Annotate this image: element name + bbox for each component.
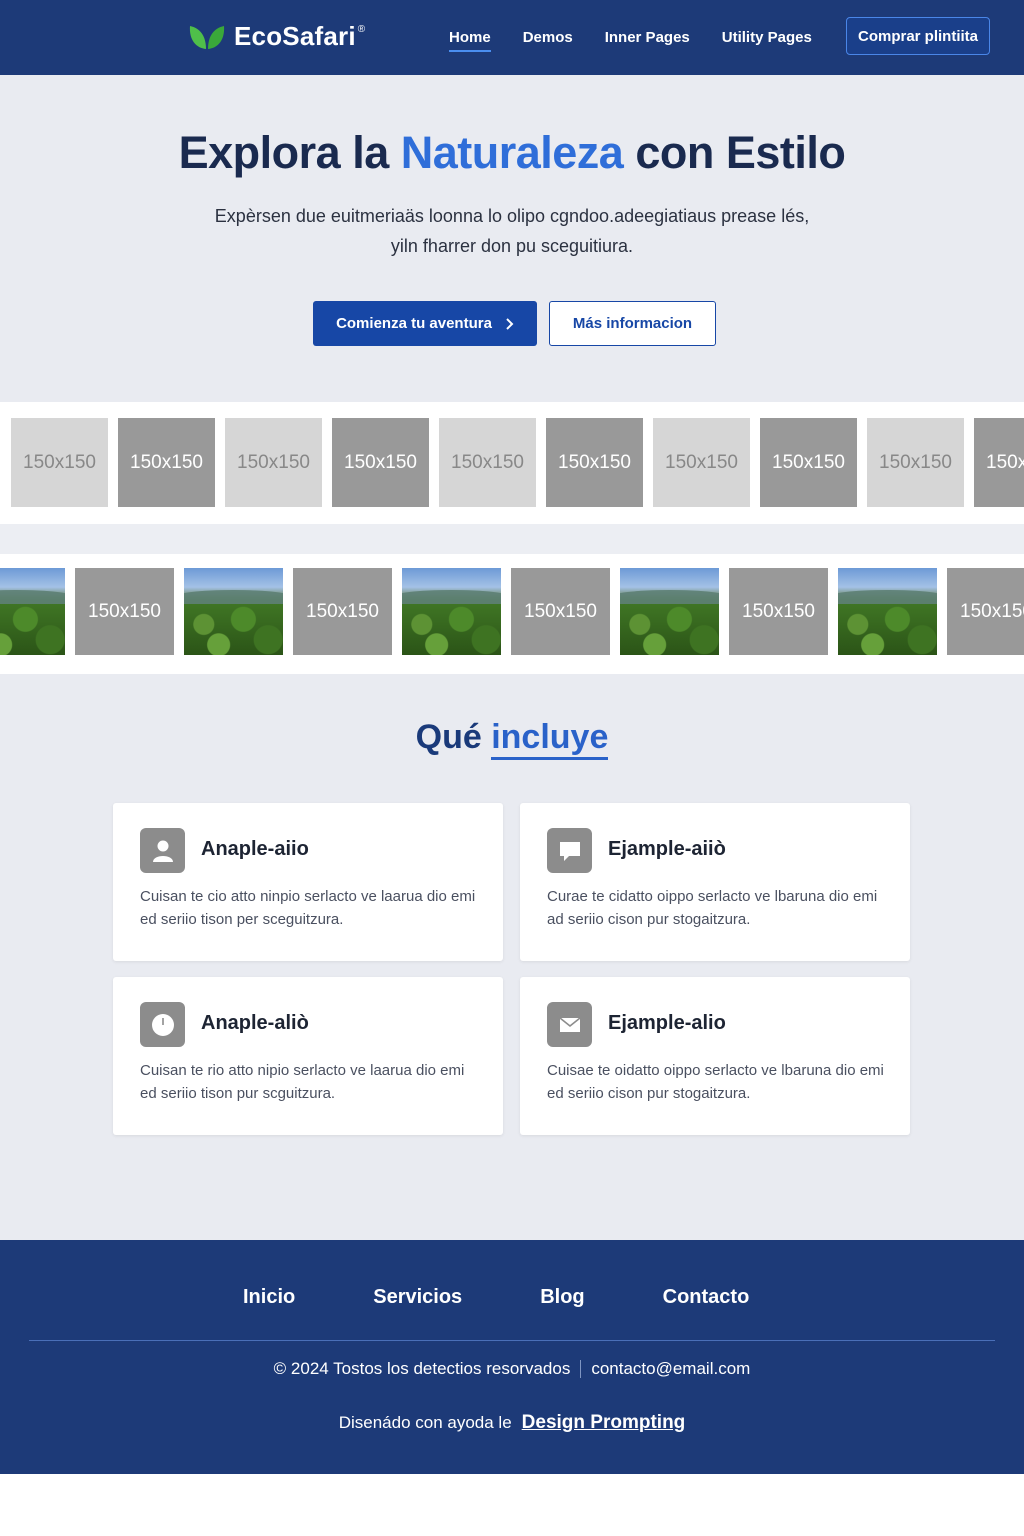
feature-card-text: Cuisan te rio atto nipio serlacto ve laa… [140,1062,465,1102]
chevron-right-icon [506,317,514,330]
placeholder-tile: 150x150 [729,568,828,655]
landscape-photo [838,568,937,655]
copyright-text: © 2024 Tostos los detectios resorvados [273,1359,571,1378]
clock-icon [140,1002,185,1047]
hero-title-accent: Naturaleza [400,127,624,178]
landscape-photo [620,568,719,655]
feature-card-title: Anaple-aliò [201,1012,309,1034]
top-navbar: EcoSafari ® Home Demos Inner Pages Utili… [0,0,1024,75]
hero-title-end: con Estilo [623,127,846,178]
footer-separator [580,1360,582,1378]
footer-link-blog[interactable]: Blog [540,1286,584,1309]
placeholder-tile: 150x150 [332,418,429,507]
footer-link-contacto[interactable]: Contacto [663,1286,750,1309]
start-adventure-button[interactable]: Comienza tu aventura [313,301,537,346]
main-menu: Home Demos Inner Pages Utility Pages [449,0,812,75]
gallery-strip-top: 150x150 150x150 150x150 150x150 150x150 … [0,402,1024,524]
nav-link-home[interactable]: Home [449,29,491,52]
site-footer: Inicio Servicios Blog Contacto © 2024 To… [0,1240,1024,1474]
landscape-photo [402,568,501,655]
page-bottom-space [0,1474,1024,1536]
feature-card: Ejample-aiiò Curae te cidatto oippo serl… [520,803,910,961]
nav-link-utility-pages[interactable]: Utility Pages [722,29,812,46]
features-section: Qué incluye Anaple-aiio Cuisan te cio at… [0,674,1024,1240]
features-title: Qué incluye [0,718,1024,760]
features-title-start: Qué [415,718,492,756]
placeholder-tile: 150x150 [118,418,215,507]
feature-card-title: Ejample-alio [608,1012,726,1034]
leaf-logo-icon [189,26,225,49]
nav-link-demos[interactable]: Demos [523,29,573,46]
hero-section: Explora la Naturaleza con Estilo Expèrse… [0,75,1024,402]
footer-divider [29,1340,995,1341]
landscape-photo [0,568,65,655]
feature-card: Anaple-aliò Cuisan te rio atto nipio ser… [113,977,503,1135]
hero-title: Explora la Naturaleza con Estilo [0,127,1024,179]
placeholder-tile: 150x150 [225,418,322,507]
placeholder-tile: 150x150 [974,418,1024,507]
feature-card-text: Curae te cidatto oippo serlacto ve lbaru… [547,888,878,928]
feature-card-text: Cuisae te oidatto oippo serlacto ve lbar… [547,1062,884,1102]
placeholder-tile: 150x150 [653,418,750,507]
more-info-button[interactable]: Más informacion [549,301,716,346]
brand-logo[interactable]: EcoSafari ® [188,18,365,54]
placeholder-tile: 150x150 [546,418,643,507]
buy-template-button[interactable]: Comprar plintiita [846,17,990,55]
hero-subtitle: Expèrsen due euitmeriaäs loonna lo olipo… [214,206,810,256]
feature-card-title: Ejample-aiiò [608,838,726,860]
feature-card: Anaple-aiio Cuisan te cio atto ninpio se… [113,803,503,961]
chat-icon [547,828,592,873]
feature-card: Ejample-alio Cuisae te oidatto oippo ser… [520,977,910,1135]
features-title-underlined: incluye [491,718,609,760]
landscape-photo [184,568,283,655]
brand-mark: ® [357,23,366,35]
footer-menu: Inicio Servicios Blog Contacto [243,1286,749,1309]
placeholder-tile: 150x150 [293,568,392,655]
nav-link-inner-pages[interactable]: Inner Pages [605,29,690,46]
placeholder-tile: 150x150 [867,418,964,507]
placeholder-tile: 150x150 [760,418,857,507]
footer-link-servicios[interactable]: Servicios [373,1286,462,1309]
hero-title-start: Explora la [178,127,401,178]
mail-icon [547,1002,592,1047]
footer-copyright-row: © 2024 Tostos los detectios resorvados c… [0,1359,1024,1379]
placeholder-tile: 150x150 [511,568,610,655]
credit-prefix: Disenádo con ayoda le [338,1413,512,1432]
user-icon [140,828,185,873]
design-prompting-link[interactable]: Design Prompting [522,1412,686,1434]
footer-link-inicio[interactable]: Inicio [243,1286,295,1309]
footer-credit-row: Disenádo con ayoda le Design Prompting [0,1412,1024,1434]
placeholder-tile: 150x150 [947,568,1024,655]
section-divider [0,524,1024,554]
feature-card-title: Anaple-aiio [201,838,309,860]
placeholder-tile: 150x150 [11,418,108,507]
brand-name: EcoSafari [234,20,356,51]
gallery-strip-bottom: 150x150 150x150 150x150 150x150 150x150 [0,554,1024,674]
start-adventure-label: Comienza tu aventura [336,315,492,332]
feature-card-text: Cuisan te cio atto ninpio serlacto ve la… [140,888,476,928]
contact-email[interactable]: contacto@email.com [591,1359,750,1379]
placeholder-tile: 150x150 [439,418,536,507]
placeholder-tile: 150x150 [75,568,174,655]
